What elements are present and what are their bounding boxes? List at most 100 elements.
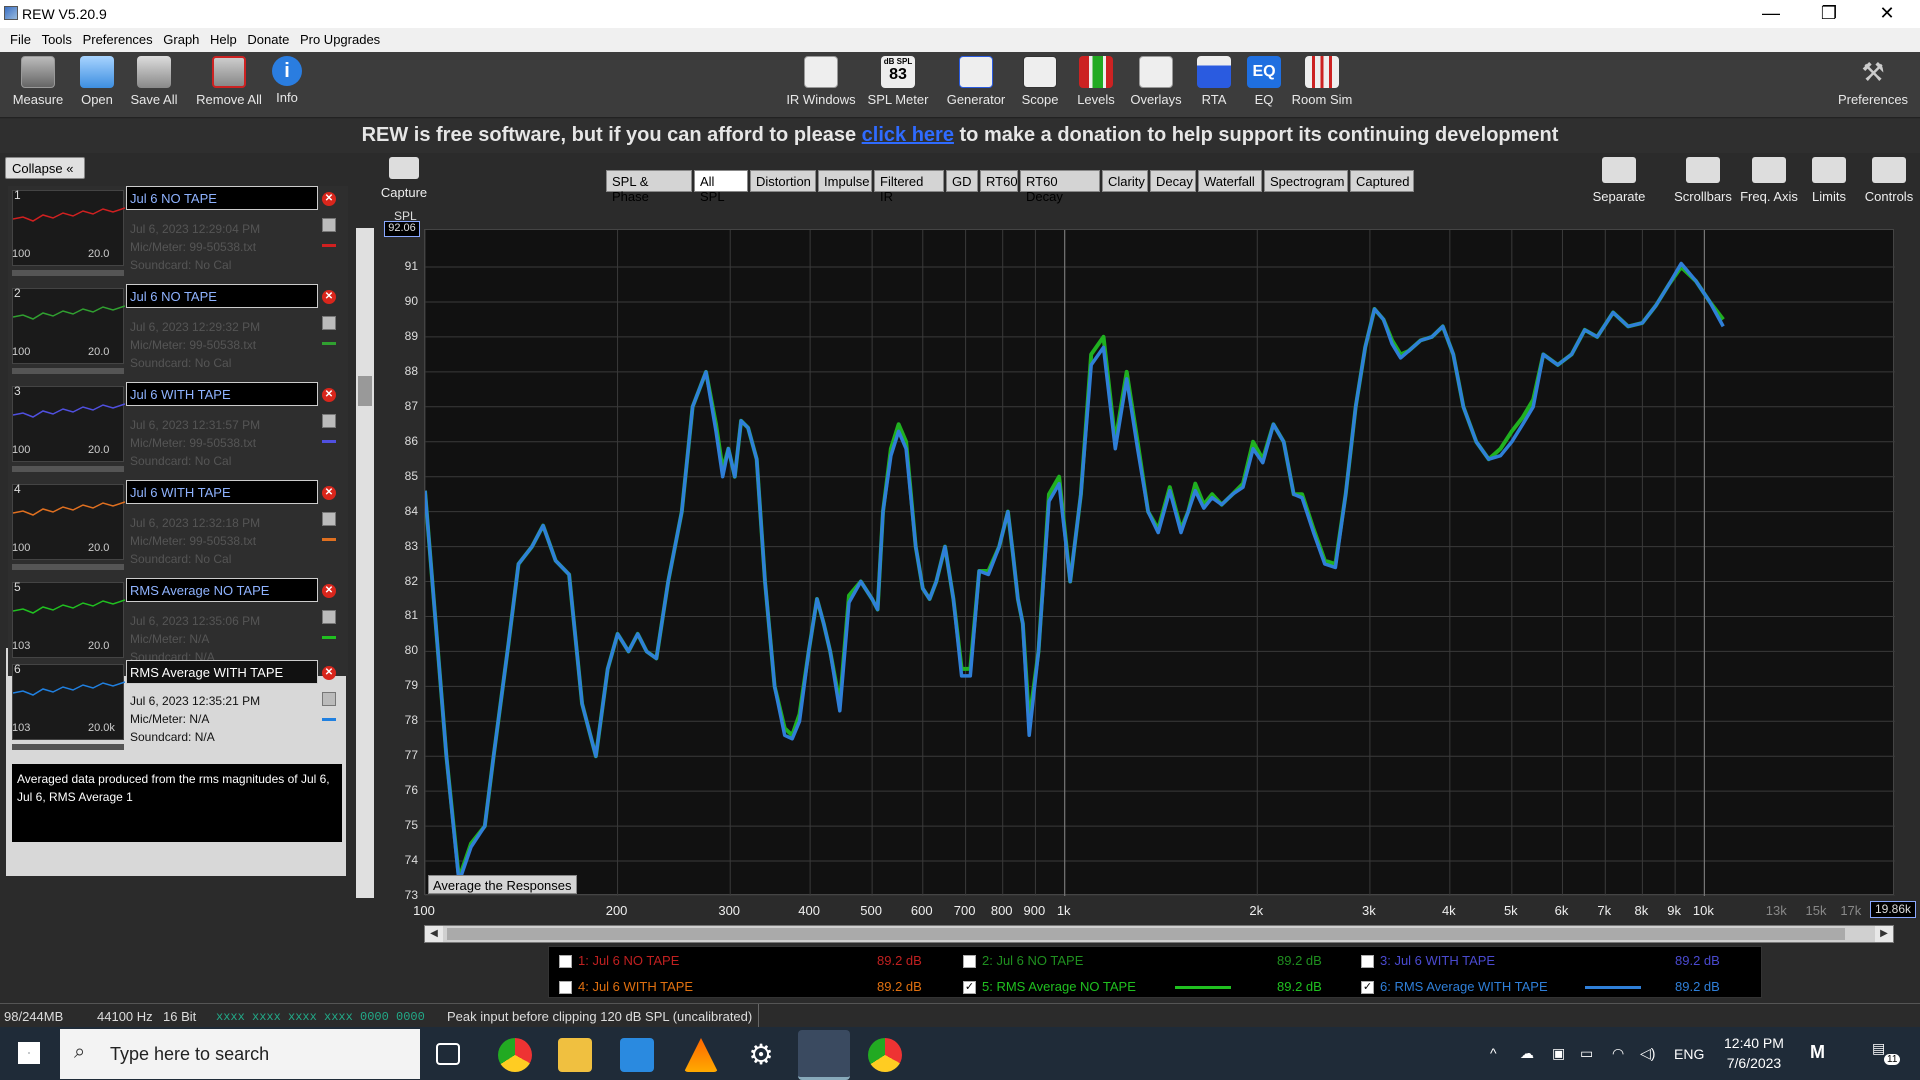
edit-notes-icon[interactable]	[322, 414, 336, 428]
preferences-button[interactable]: ⚒ Preferences	[1834, 56, 1912, 107]
menu-help[interactable]: Help	[210, 28, 237, 47]
measurement-item-1[interactable]: 1 100 20.0 Jul 6 NO TAPE Jul 6, 2023 12:…	[8, 186, 348, 284]
menu-file[interactable]: File	[10, 28, 31, 47]
delete-measurement-icon[interactable]: ✕	[322, 290, 336, 304]
scrollbar-thumb[interactable]	[358, 376, 372, 406]
limits-button[interactable]: Limits	[1800, 157, 1858, 204]
scrollbars-button[interactable]: Scrollbars	[1670, 157, 1736, 204]
frequency-scrollbar[interactable]: ◀ ▶	[424, 925, 1894, 943]
measurement-name-field[interactable]: Jul 6 WITH TAPE	[126, 382, 318, 406]
tab-waterfall[interactable]: Waterfall	[1198, 170, 1262, 192]
x-max-field[interactable]: 19.86k	[1870, 901, 1916, 918]
legend-item-1[interactable]: 1: Jul 6 NO TAPE	[559, 953, 679, 969]
delete-measurement-icon[interactable]: ✕	[322, 486, 336, 500]
tab-all-spl[interactable]: All SPL	[694, 170, 748, 204]
measurement-item-4[interactable]: 4 100 20.0 Jul 6 WITH TAPE Jul 6, 2023 1…	[8, 480, 348, 578]
task-view-icon[interactable]	[436, 1043, 460, 1065]
room-sim-button[interactable]: Room Sim	[1290, 56, 1354, 107]
remove-all-button[interactable]: Remove All	[194, 56, 264, 107]
tab-spl-phase[interactable]: SPL & Phase	[606, 170, 692, 204]
tab-spectrogram[interactable]: Spectrogram	[1264, 170, 1348, 192]
levels-button[interactable]: Levels	[1076, 56, 1116, 107]
edit-notes-icon[interactable]	[322, 218, 336, 232]
capture-button[interactable]: Capture	[380, 157, 428, 200]
settings-gear-icon[interactable]: ⚙	[744, 1038, 778, 1072]
controls-button[interactable]: Controls	[1860, 157, 1918, 204]
generator-button[interactable]: Generator	[946, 56, 1006, 107]
trace-color-icon[interactable]	[322, 636, 336, 639]
tray-app-icon[interactable]: ▣	[1552, 1045, 1565, 1062]
legend-checkbox[interactable]	[559, 981, 572, 995]
battery-icon[interactable]: ▭	[1580, 1045, 1593, 1062]
save-all-button[interactable]: Save All	[128, 56, 180, 107]
menu-donate[interactable]: Donate	[247, 28, 289, 47]
edit-notes-icon[interactable]	[322, 512, 336, 526]
legend-checkbox[interactable]	[1361, 955, 1374, 969]
language-indicator[interactable]: ENG	[1674, 1046, 1704, 1062]
average-responses-button[interactable]: Average the Responses	[428, 875, 577, 894]
file-explorer-icon[interactable]	[558, 1038, 592, 1072]
tab-decay[interactable]: Decay	[1150, 170, 1196, 192]
volume-icon[interactable]: ◁)	[1640, 1045, 1655, 1062]
overlays-button[interactable]: Overlays	[1130, 56, 1182, 107]
delete-measurement-icon[interactable]: ✕	[322, 584, 336, 598]
trace-color-icon[interactable]	[322, 244, 336, 247]
y-max-field[interactable]: 92.06	[384, 221, 420, 237]
chrome-icon[interactable]	[498, 1038, 532, 1072]
freq-axis-button[interactable]: Freq. Axis	[1740, 157, 1798, 204]
edit-notes-icon[interactable]	[322, 316, 336, 330]
ir-windows-button[interactable]: IR Windows	[786, 56, 856, 107]
scroll-left-arrow[interactable]: ◀	[425, 926, 443, 942]
trace-color-icon[interactable]	[322, 440, 336, 443]
minimize-button[interactable]: —	[1742, 0, 1800, 28]
legend-checkbox[interactable]: ✓	[1361, 981, 1374, 995]
legend-checkbox[interactable]: ✓	[963, 981, 976, 995]
tab-filtered-ir[interactable]: Filtered IR	[874, 170, 944, 204]
meet-now-icon[interactable]: M	[1810, 1042, 1825, 1063]
info-button[interactable]: i Info	[272, 56, 302, 105]
measurement-name-field[interactable]: RMS Average NO TAPE	[126, 578, 318, 602]
scroll-right-arrow[interactable]: ▶	[1875, 926, 1893, 942]
measure-button[interactable]: Measure	[10, 56, 66, 107]
collapse-button[interactable]: Collapse «	[5, 157, 85, 179]
tab-distortion[interactable]: Distortion	[750, 170, 816, 192]
maximize-button[interactable]: ❐	[1800, 0, 1858, 28]
edit-notes-icon[interactable]	[322, 610, 336, 624]
edit-notes-icon[interactable]	[322, 692, 336, 706]
separate-button[interactable]: Separate	[1590, 157, 1648, 204]
tab-clarity[interactable]: Clarity	[1102, 170, 1148, 192]
delete-measurement-icon[interactable]: ✕	[322, 388, 336, 402]
notifications-icon[interactable]: ▤ 11	[1872, 1040, 1901, 1065]
clock[interactable]: 12:40 PM 7/6/2023	[1724, 1035, 1784, 1071]
rew-taskbar-icon[interactable]	[798, 1030, 850, 1080]
menu-preferences[interactable]: Preferences	[83, 28, 153, 47]
measurement-name-field[interactable]: Jul 6 NO TAPE	[126, 284, 318, 308]
trace-color-icon[interactable]	[322, 342, 336, 345]
tab-rt60-decay[interactable]: RT60 Decay	[1020, 170, 1100, 204]
delete-measurement-icon[interactable]: ✕	[322, 192, 336, 206]
delete-measurement-icon[interactable]: ✕	[322, 666, 336, 680]
show-hidden-icons-chevron-icon[interactable]: ^	[1490, 1045, 1497, 1061]
scope-button[interactable]: Scope	[1020, 56, 1060, 107]
legend-item-6[interactable]: ✓ 6: RMS Average WITH TAPE	[1361, 979, 1548, 995]
measurement-item-3[interactable]: 3 100 20.0 Jul 6 WITH TAPE Jul 6, 2023 1…	[8, 382, 348, 480]
legend-checkbox[interactable]	[963, 955, 976, 969]
taskbar-search[interactable]: ⌕ Type here to search	[60, 1029, 420, 1079]
legend-item-3[interactable]: 3: Jul 6 WITH TAPE	[1361, 953, 1495, 969]
tab-captured[interactable]: Captured	[1350, 170, 1414, 192]
tab-gd[interactable]: GD	[946, 170, 978, 192]
eq-button[interactable]: EQ EQ	[1246, 56, 1282, 107]
measurement-notes[interactable]: Averaged data produced from the rms magn…	[12, 764, 342, 842]
measurements-scrollbar[interactable]	[356, 228, 374, 898]
wifi-icon[interactable]: ◠	[1612, 1045, 1624, 1062]
trace-color-icon[interactable]	[322, 538, 336, 541]
trace-color-icon[interactable]	[322, 718, 336, 721]
tab-rt60[interactable]: RT60	[980, 170, 1018, 192]
open-button[interactable]: Open	[74, 56, 120, 107]
legend-checkbox[interactable]	[559, 955, 572, 969]
measurement-item-2[interactable]: 2 100 20.0 Jul 6 NO TAPE Jul 6, 2023 12:…	[8, 284, 348, 382]
menu-graph[interactable]: Graph	[163, 28, 199, 47]
scrollbar-thumb[interactable]	[447, 928, 1845, 940]
windows-start-icon[interactable]	[18, 1042, 40, 1064]
menu-tools[interactable]: Tools	[42, 28, 72, 47]
